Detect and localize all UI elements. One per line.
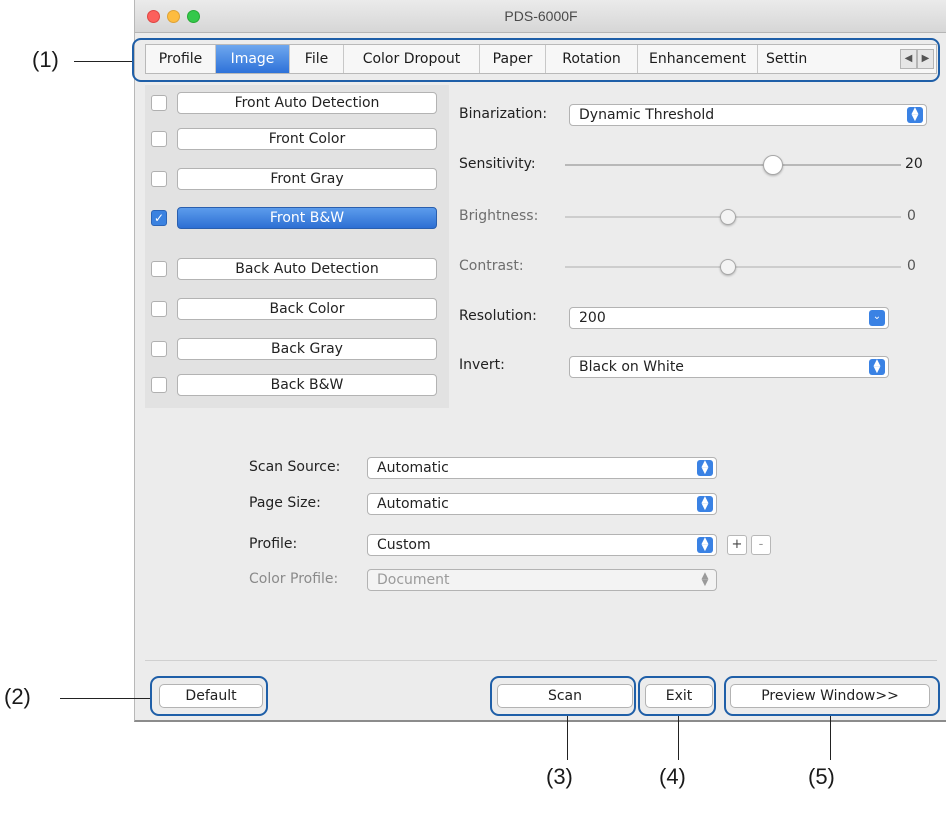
binarization-select[interactable]: Dynamic Threshold ▲ ▼ bbox=[569, 104, 927, 126]
back-color-checkbox[interactable] bbox=[151, 301, 167, 317]
callout-1-highlight bbox=[132, 38, 940, 82]
binarization-label: Binarization: bbox=[459, 106, 548, 122]
contrast-slider-knob[interactable] bbox=[720, 259, 736, 275]
back-bw-button[interactable]: Back B&W bbox=[177, 374, 437, 396]
callout-4-line bbox=[678, 716, 679, 760]
back-auto-detection-checkbox[interactable] bbox=[151, 261, 167, 277]
image-type-panel: Front Auto Detection Front Color Front G… bbox=[145, 85, 449, 408]
callout-4-label: (4) bbox=[659, 764, 686, 789]
callout-5-highlight bbox=[724, 676, 940, 716]
back-gray-checkbox[interactable] bbox=[151, 341, 167, 357]
front-gray-button[interactable]: Front Gray bbox=[177, 168, 437, 190]
updown-arrows-icon: ▲ ▼ bbox=[697, 537, 713, 553]
bottom-divider bbox=[145, 660, 937, 661]
brightness-value: 0 bbox=[907, 208, 916, 224]
front-bw-checkbox[interactable]: ✓ bbox=[151, 210, 167, 226]
front-auto-detection-button[interactable]: Front Auto Detection bbox=[177, 92, 437, 114]
contrast-label: Contrast: bbox=[459, 258, 524, 274]
back-bw-checkbox[interactable] bbox=[151, 377, 167, 393]
brightness-slider-knob[interactable] bbox=[720, 209, 736, 225]
back-color-button[interactable]: Back Color bbox=[177, 298, 437, 320]
brightness-label: Brightness: bbox=[459, 208, 539, 224]
contrast-value: 0 bbox=[907, 258, 916, 274]
page-size-value: Automatic bbox=[377, 496, 449, 512]
front-color-checkbox[interactable] bbox=[151, 131, 167, 147]
front-bw-button[interactable]: Front B&W bbox=[177, 207, 437, 229]
front-gray-checkbox[interactable] bbox=[151, 171, 167, 187]
updown-arrows-icon: ▲ ▼ bbox=[697, 460, 713, 476]
front-auto-detection-checkbox[interactable] bbox=[151, 95, 167, 111]
scan-source-label: Scan Source: bbox=[249, 459, 341, 475]
updown-arrows-icon: ▲ ▼ bbox=[697, 496, 713, 512]
resolution-select[interactable]: 200 ⌄ bbox=[569, 307, 889, 329]
callout-1-label: (1) bbox=[32, 47, 59, 72]
callout-3-label: (3) bbox=[546, 764, 573, 789]
color-profile-select[interactable]: Document ▲ ▼ bbox=[367, 569, 717, 591]
back-auto-detection-button[interactable]: Back Auto Detection bbox=[177, 258, 437, 280]
sensitivity-value: 20 bbox=[905, 156, 923, 172]
scan-source-select[interactable]: Automatic ▲ ▼ bbox=[367, 457, 717, 479]
binarization-value: Dynamic Threshold bbox=[579, 107, 715, 123]
profile-select[interactable]: Custom ▲ ▼ bbox=[367, 534, 717, 556]
callout-5-line bbox=[830, 716, 831, 760]
remove-profile-button[interactable]: - bbox=[751, 535, 771, 555]
chevron-down-icon: ⌄ bbox=[869, 310, 885, 326]
callout-2-highlight bbox=[150, 676, 268, 716]
callout-4-highlight bbox=[638, 676, 716, 716]
updown-arrows-icon: ▲ ▼ bbox=[907, 107, 923, 123]
invert-value: Black on White bbox=[579, 359, 684, 375]
callout-2-label: (2) bbox=[4, 684, 31, 709]
profile-value: Custom bbox=[377, 537, 431, 553]
updown-arrows-icon: ▲ ▼ bbox=[869, 359, 885, 375]
invert-select[interactable]: Black on White ▲ ▼ bbox=[569, 356, 889, 378]
color-profile-value: Document bbox=[377, 572, 450, 588]
title-bar: PDS-6000F bbox=[135, 0, 946, 33]
callout-1-line bbox=[74, 61, 132, 62]
updown-arrows-icon: ▲ ▼ bbox=[701, 571, 709, 588]
callout-2-line bbox=[60, 698, 150, 699]
resolution-label: Resolution: bbox=[459, 308, 537, 324]
page-size-label: Page Size: bbox=[249, 495, 321, 511]
add-profile-button[interactable]: + bbox=[727, 535, 747, 555]
checkmark-icon: ✓ bbox=[153, 211, 165, 225]
page-size-select[interactable]: Automatic ▲ ▼ bbox=[367, 493, 717, 515]
scanner-window: PDS-6000F Profile Image File Color Dropo… bbox=[134, 0, 946, 722]
invert-label: Invert: bbox=[459, 357, 505, 373]
callout-5-label: (5) bbox=[808, 764, 835, 789]
profile-label: Profile: bbox=[249, 536, 298, 552]
window-title: PDS-6000F bbox=[504, 8, 578, 24]
color-profile-label: Color Profile: bbox=[249, 571, 339, 587]
scan-source-value: Automatic bbox=[377, 460, 449, 476]
sensitivity-slider-knob[interactable] bbox=[763, 155, 783, 175]
callout-3-highlight bbox=[490, 676, 636, 716]
callout-3-line bbox=[567, 716, 568, 760]
front-color-button[interactable]: Front Color bbox=[177, 128, 437, 150]
resolution-value: 200 bbox=[579, 310, 606, 326]
sensitivity-slider-track[interactable] bbox=[565, 164, 901, 166]
sensitivity-label: Sensitivity: bbox=[459, 156, 536, 172]
back-gray-button[interactable]: Back Gray bbox=[177, 338, 437, 360]
